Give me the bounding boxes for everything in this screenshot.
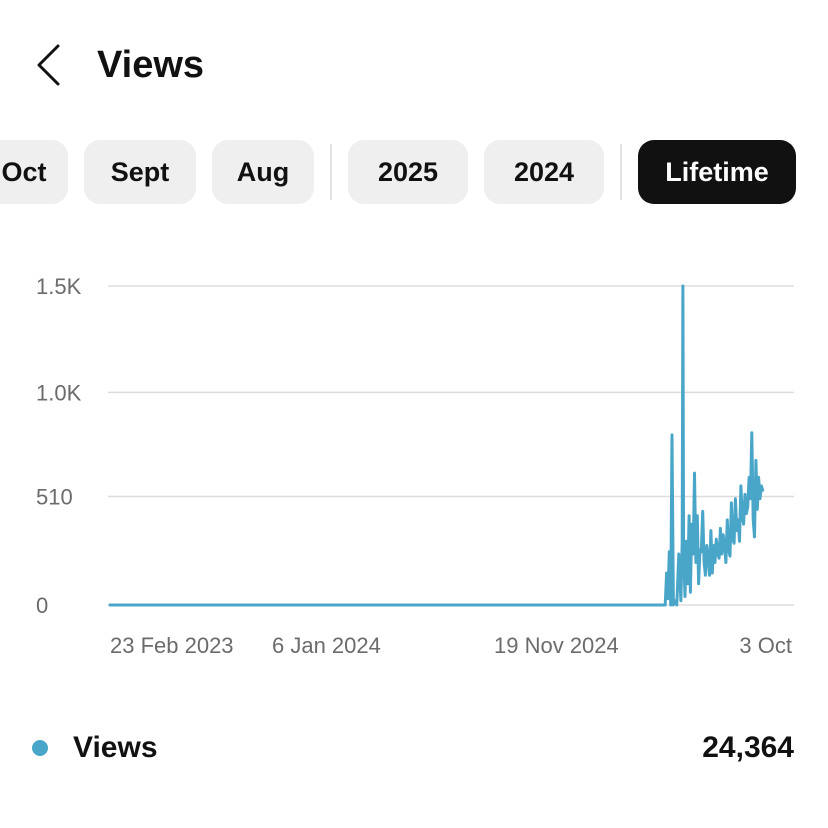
filter-chip-2025[interactable]: 2025 [348,140,468,204]
views-line-chart: 0 510 1.0K 1.5K 23 Feb 2023 6 Jan 2024 19 Nov … [36,274,794,658]
views-series-line [108,284,765,607]
views-chart: 0 510 1.0K 1.5K 23 Feb 2023 6 Jan 2024 19 Nov … [0,250,828,670]
chevron-left-icon [37,44,60,86]
y-tick-label: 1.5K [36,274,82,299]
filter-chip-aug[interactable]: Aug [212,140,314,204]
time-range-filter-bar: Oct Sept Aug 2025 2024 Lifetime [0,140,828,204]
filter-chip-sept[interactable]: Sept [84,140,196,204]
chart-legend: Views 24,364 [0,720,828,776]
filter-chip-oct[interactable]: Oct [0,140,68,204]
back-button[interactable] [26,40,70,90]
header: Views [0,0,828,130]
x-tick-label: 6 Jan 2024 [272,633,381,658]
filter-divider [620,144,622,200]
x-tick-label: 3 Oct [739,633,792,658]
x-tick-label: 19 Nov 2024 [494,633,619,658]
filter-chip-2024[interactable]: 2024 [484,140,604,204]
x-tick-label: 23 Feb 2023 [110,633,234,658]
y-tick-label: 1.0K [36,380,82,405]
views-total: 24,364 [702,731,794,764]
page-title: Views [97,44,205,86]
y-tick-label: 0 [36,593,48,618]
y-tick-label: 510 [36,485,73,510]
legend-label: Views [73,731,158,764]
legend-dot-views [32,740,48,756]
filter-divider [330,144,332,200]
filter-chip-lifetime[interactable]: Lifetime [638,140,796,204]
